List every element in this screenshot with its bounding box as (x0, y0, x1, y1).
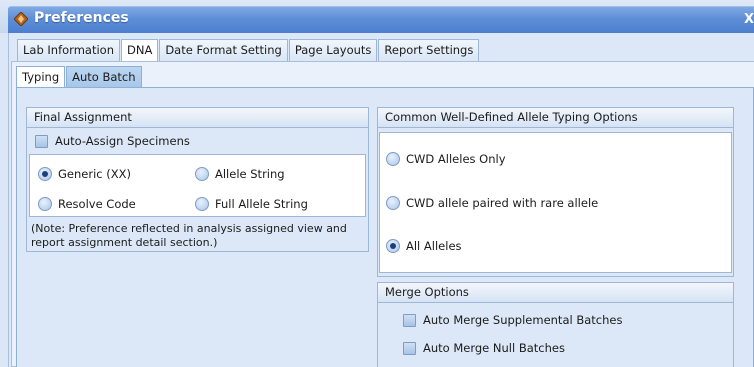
radio-allele-string[interactable] (195, 167, 209, 181)
option-cwd-paired-rare[interactable]: CWD allele paired with rare allele (386, 196, 598, 210)
merge-supplemental-label: Auto Merge Supplemental Batches (423, 313, 623, 327)
merge-supplemental-row[interactable]: Auto Merge Supplemental Batches (403, 313, 622, 327)
sub-tabs: Typing Auto Batch (16, 66, 143, 88)
final-assignment-header: Final Assignment (27, 108, 368, 128)
radio-full-allele-string[interactable] (195, 197, 209, 211)
note-line-2: report assignment detail section.) (31, 236, 218, 249)
app-diamond-icon (14, 12, 28, 26)
option-cwd-alleles-only[interactable]: CWD Alleles Only (386, 152, 506, 166)
tab-lab-information[interactable]: Lab Information (17, 39, 120, 61)
option-generic-xx-label: Generic (XX) (58, 167, 131, 181)
preference-note: (Note: Preference reflected in analysis … (31, 222, 367, 250)
titlebar-strip: Preferences X (8, 6, 754, 33)
radio-cwd-paired-rare[interactable] (386, 196, 400, 210)
tab-page-layouts[interactable]: Page Layouts (288, 39, 378, 61)
option-cwd-alleles-only-label: CWD Alleles Only (406, 152, 506, 166)
radio-cwd-alleles-only[interactable] (386, 152, 400, 166)
radio-resolve-code[interactable] (38, 197, 52, 211)
option-resolve-code-label: Resolve Code (58, 197, 136, 211)
radio-all-alleles[interactable] (386, 239, 400, 253)
final-assignment-options: Generic (XX) Allele String Resolve Code … (29, 154, 366, 217)
tab-date-format-setting[interactable]: Date Format Setting (159, 39, 288, 61)
option-full-allele-string[interactable]: Full Allele String (195, 197, 308, 211)
radio-generic-xx[interactable] (38, 167, 52, 181)
auto-assign-label: Auto-Assign Specimens (55, 134, 190, 148)
merge-null-checkbox[interactable] (403, 341, 416, 355)
merge-options-header: Merge Options (378, 283, 733, 303)
typing-panel: Final Assignment Auto-Assign Specimens G… (16, 87, 754, 367)
option-full-allele-string-label: Full Allele String (215, 197, 308, 211)
option-allele-string-label: Allele String (215, 167, 285, 181)
cwd-options-header: Common Well-Defined Allele Typing Option… (378, 108, 733, 128)
dialog-frame: Lab Information DNA Date Format Setting … (8, 33, 754, 367)
cwd-options-group: Common Well-Defined Allele Typing Option… (377, 107, 734, 277)
option-generic-xx[interactable]: Generic (XX) (38, 167, 131, 181)
window-titlebar: Preferences X (0, 0, 754, 33)
final-assignment-group: Final Assignment Auto-Assign Specimens G… (26, 107, 369, 252)
option-cwd-paired-rare-label: CWD allele paired with rare allele (406, 196, 599, 210)
auto-assign-row[interactable]: Auto-Assign Specimens (35, 134, 190, 148)
merge-null-label: Auto Merge Null Batches (423, 341, 565, 355)
dna-tab-panel: Typing Auto Batch Final Assignment Auto-… (11, 61, 754, 367)
merge-options-group: Merge Options Auto Merge Supplemental Ba… (377, 282, 734, 367)
note-line-1: (Note: Preference reflected in analysis … (31, 222, 347, 235)
close-button[interactable]: X (744, 12, 754, 30)
option-allele-string[interactable]: Allele String (195, 167, 285, 181)
merge-null-row[interactable]: Auto Merge Null Batches (403, 341, 565, 355)
merge-supplemental-checkbox[interactable] (403, 313, 416, 327)
tab-report-settings[interactable]: Report Settings (378, 39, 480, 61)
auto-assign-checkbox[interactable] (35, 134, 48, 148)
option-all-alleles-label: All Alleles (406, 239, 462, 253)
tab-typing[interactable]: Typing (16, 66, 66, 87)
tab-dna[interactable]: DNA (120, 39, 159, 62)
tab-auto-batch[interactable]: Auto Batch (66, 66, 142, 87)
option-all-alleles[interactable]: All Alleles (386, 239, 462, 253)
cwd-options-box: CWD Alleles Only CWD allele paired with … (379, 132, 732, 273)
main-tabs: Lab Information DNA Date Format Setting … (17, 39, 480, 62)
option-resolve-code[interactable]: Resolve Code (38, 197, 136, 211)
window-title: Preferences (34, 10, 129, 26)
